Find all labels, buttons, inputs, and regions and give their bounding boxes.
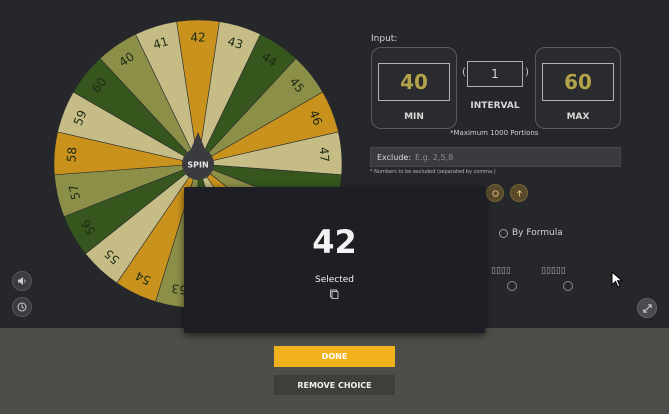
option-glyphs-2: ▯▯▯▯▯: [541, 266, 566, 276]
wheel-segment-label: 42: [190, 31, 205, 45]
remove-choice-button[interactable]: REMOVE CHOICE: [274, 375, 395, 395]
refresh-icon: [491, 189, 499, 197]
min-input[interactable]: 40: [378, 63, 450, 101]
spin-label: SPIN: [187, 161, 208, 170]
formula-label: By Formula: [512, 228, 563, 238]
result-modal: 42 Selected: [184, 187, 485, 333]
max-caption: MAX: [566, 112, 590, 122]
formula-radio[interactable]: [499, 228, 508, 238]
info-icon-button[interactable]: [510, 184, 528, 202]
option-radio-1[interactable]: [507, 281, 517, 291]
exclude-label: Exclude:: [377, 152, 412, 162]
open-paren: (: [462, 67, 466, 78]
max-input[interactable]: 60: [542, 63, 614, 101]
expand-icon: [642, 303, 652, 313]
done-button[interactable]: DONE: [274, 346, 395, 367]
close-paren: ): [525, 67, 529, 78]
app: 42 43 44 45 46 47 53 54 55 56 57 58 59 60 40 41 SPIN Inp…: [0, 0, 669, 414]
mouse-cursor-icon: [611, 271, 623, 288]
option-glyphs-1: ▯▯▯▯: [491, 266, 511, 276]
arrow-up-icon: [516, 189, 522, 196]
history-icon: [17, 302, 27, 312]
copy-icon[interactable]: [329, 289, 339, 299]
exclude-note: * Numbers to be excluded (separated by c…: [370, 169, 496, 175]
max-card: 60 MAX: [535, 47, 621, 129]
result-number: 42: [312, 223, 357, 261]
min-card: 40 MIN: [371, 47, 457, 129]
option-radio-2[interactable]: [563, 281, 573, 291]
result-caption: Selected: [314, 275, 354, 285]
speaker-icon: [18, 277, 26, 285]
interval-input[interactable]: 1: [467, 61, 523, 87]
exclude-placeholder: E.g. 2,5,8: [415, 152, 454, 162]
history-button[interactable]: [12, 297, 32, 317]
exclude-field[interactable]: Exclude: E.g. 2,5,8: [370, 147, 621, 167]
fullscreen-button[interactable]: [637, 298, 657, 318]
input-heading: Input:: [371, 34, 398, 44]
by-formula-option[interactable]: By Formula: [499, 228, 563, 238]
min-caption: MIN: [404, 112, 424, 122]
bottom-overlay: [0, 328, 669, 414]
interval-caption: INTERVAL: [470, 101, 520, 111]
refresh-icon-button[interactable]: [486, 184, 504, 202]
max-portions-note: *Maximum 1000 Portions: [450, 129, 539, 137]
wheel-segment-label: 47: [317, 146, 332, 162]
wheel-segment-label: 58: [64, 146, 79, 162]
sound-toggle-button[interactable]: [12, 271, 32, 291]
